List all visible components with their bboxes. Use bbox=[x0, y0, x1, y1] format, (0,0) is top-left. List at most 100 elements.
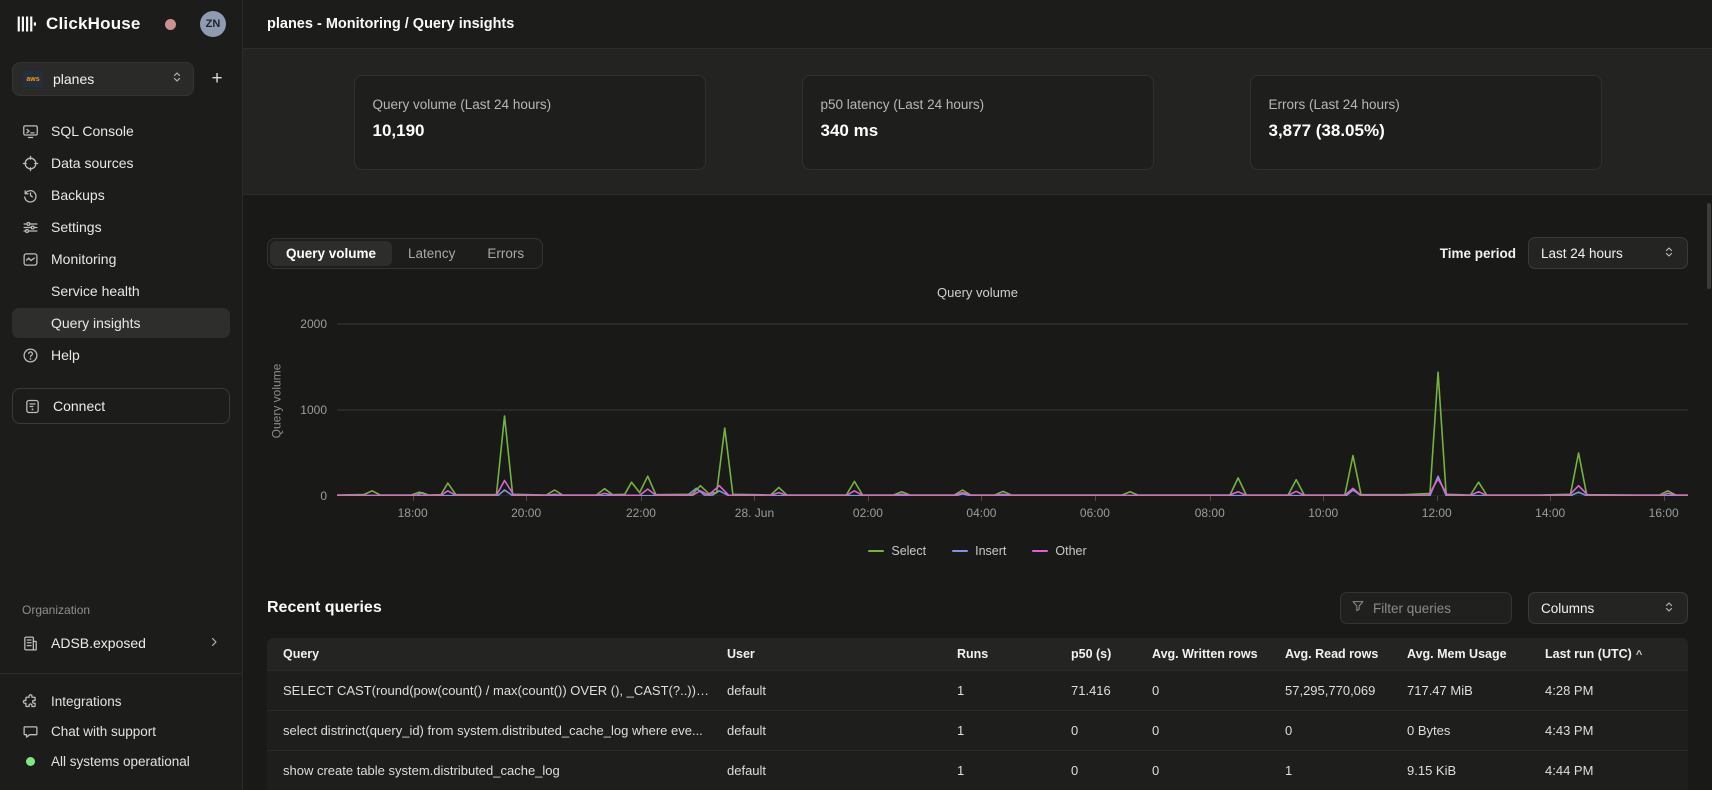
legend-label: Insert bbox=[975, 544, 1006, 558]
console-icon bbox=[22, 123, 39, 140]
clickhouse-logo-icon bbox=[16, 14, 36, 34]
query-volume-chart: Query volume Query volume 010002000 18:0… bbox=[267, 285, 1688, 558]
table-cell: 4:44 PM bbox=[1537, 750, 1688, 790]
service-name: planes bbox=[53, 71, 161, 87]
filter-queries-input[interactable] bbox=[1373, 601, 1501, 616]
table-cell: 1 bbox=[949, 670, 1063, 710]
integrations-puzzle-icon bbox=[22, 693, 39, 710]
notification-dot[interactable] bbox=[165, 19, 176, 30]
x-tick-label: 14:00 bbox=[1535, 506, 1565, 520]
app-root: ClickHouse ZN aws planes + SQL Console bbox=[0, 0, 1712, 790]
organization-item[interactable]: ADSB.exposed bbox=[12, 627, 230, 659]
x-tick-label: 20:00 bbox=[511, 506, 541, 520]
column-header[interactable]: Last run (UTC)^ bbox=[1537, 638, 1688, 670]
column-header[interactable]: User bbox=[719, 638, 949, 670]
legend-item-insert[interactable]: Insert bbox=[952, 544, 1006, 558]
legend-item-other[interactable]: Other bbox=[1032, 544, 1086, 558]
table-cell: 0 bbox=[1277, 710, 1399, 750]
x-tick-label: 18:00 bbox=[398, 506, 428, 520]
x-tick-label: 04:00 bbox=[966, 506, 996, 520]
table-cell: 0 bbox=[1144, 670, 1277, 710]
chart-plot-svg bbox=[337, 306, 1688, 496]
breadcrumb-title: planes - Monitoring / Query insights bbox=[267, 16, 514, 32]
integrations-item[interactable]: Integrations bbox=[12, 686, 230, 716]
sidebar-item-settings[interactable]: Settings bbox=[12, 212, 230, 242]
x-tick-label: 02:00 bbox=[853, 506, 883, 520]
sidebar-item-label: Help bbox=[51, 347, 80, 363]
table-cell: default bbox=[719, 670, 949, 710]
tab-query-volume[interactable]: Query volume bbox=[270, 241, 392, 266]
chart-controls-row: Query volume Latency Errors Time period … bbox=[267, 237, 1688, 269]
aws-icon: aws bbox=[23, 71, 43, 87]
column-header[interactable]: Avg. Written rows bbox=[1144, 638, 1277, 670]
y-tick-label: 2000 bbox=[300, 317, 327, 331]
chart-title: Query volume bbox=[267, 285, 1688, 300]
stat-value: 340 ms bbox=[821, 121, 1135, 141]
sidebar-item-query-insights[interactable]: Query insights bbox=[12, 308, 230, 338]
connect-button[interactable]: Connect bbox=[12, 388, 230, 424]
scrollbar-thumb[interactable] bbox=[1707, 203, 1711, 289]
filter-funnel-icon bbox=[1351, 599, 1365, 618]
table-cell: 9.15 KiB bbox=[1399, 750, 1537, 790]
column-header[interactable]: Runs bbox=[949, 638, 1063, 670]
metric-tabs: Query volume Latency Errors bbox=[267, 238, 543, 269]
table-row[interactable]: show create table system.distributed_cac… bbox=[267, 750, 1688, 790]
x-tick-mark bbox=[641, 496, 642, 501]
chat-support-label: Chat with support bbox=[51, 724, 156, 739]
stat-value: 10,190 bbox=[373, 121, 687, 141]
organization-section-label: Organization bbox=[12, 603, 230, 627]
table-body: SELECT CAST(round(pow(count() / max(coun… bbox=[267, 670, 1688, 790]
table-cell: 57,295,770,069 bbox=[1277, 670, 1399, 710]
time-period-label: Time period bbox=[1440, 246, 1516, 261]
data-sources-icon bbox=[22, 155, 39, 172]
column-header[interactable]: Query bbox=[267, 638, 719, 670]
legend-item-select[interactable]: Select bbox=[868, 544, 926, 558]
chevron-updown-icon bbox=[1663, 601, 1675, 616]
column-header[interactable]: p50 (s) bbox=[1063, 638, 1144, 670]
column-header[interactable]: Avg. Read rows bbox=[1277, 638, 1399, 670]
sidebar-item-label: Settings bbox=[51, 219, 102, 235]
stat-card-query-volume: Query volume (Last 24 hours) 10,190 bbox=[354, 75, 706, 170]
x-tick-label: 10:00 bbox=[1308, 506, 1338, 520]
table-cell: 0 Bytes bbox=[1399, 710, 1537, 750]
legend-label: Other bbox=[1055, 544, 1086, 558]
tab-errors[interactable]: Errors bbox=[471, 241, 540, 266]
table-cell: 0 bbox=[1063, 710, 1144, 750]
add-service-button[interactable]: + bbox=[204, 66, 230, 92]
chevron-updown-icon bbox=[1663, 246, 1675, 261]
sidebar: ClickHouse ZN aws planes + SQL Console bbox=[0, 0, 243, 790]
user-avatar[interactable]: ZN bbox=[200, 11, 226, 37]
system-status-item[interactable]: All systems operational bbox=[12, 746, 230, 776]
sidebar-item-label: Query insights bbox=[51, 315, 140, 331]
sidebar-item-sql-console[interactable]: SQL Console bbox=[12, 116, 230, 146]
chat-support-item[interactable]: Chat with support bbox=[12, 716, 230, 746]
sidebar-item-backups[interactable]: Backups bbox=[12, 180, 230, 210]
column-header[interactable]: Avg. Mem Usage bbox=[1399, 638, 1537, 670]
sort-ascending-icon: ^ bbox=[1636, 649, 1642, 661]
service-selector[interactable]: aws planes bbox=[12, 62, 194, 96]
table-cell: 1 bbox=[949, 750, 1063, 790]
table-cell: 71.416 bbox=[1063, 670, 1144, 710]
x-tick-mark bbox=[754, 496, 755, 501]
table-cell: select distrinct(query_id) from system.d… bbox=[267, 710, 719, 750]
service-row: aws planes + bbox=[12, 62, 230, 96]
chat-bubble-icon bbox=[22, 723, 39, 740]
x-tick-mark bbox=[868, 496, 869, 501]
chart-legend: Select Insert Other bbox=[267, 544, 1688, 558]
series-line-select bbox=[337, 372, 1688, 495]
sidebar-item-help[interactable]: Help bbox=[12, 340, 230, 370]
sidebar-item-monitoring[interactable]: Monitoring bbox=[12, 244, 230, 274]
x-tick-mark bbox=[1437, 496, 1438, 501]
time-period-select[interactable]: Last 24 hours bbox=[1528, 237, 1688, 269]
table-row[interactable]: SELECT CAST(round(pow(count() / max(coun… bbox=[267, 670, 1688, 710]
recent-queries-header: Recent queries Columns bbox=[267, 592, 1688, 624]
columns-select[interactable]: Columns bbox=[1528, 592, 1688, 624]
tab-latency[interactable]: Latency bbox=[392, 241, 471, 266]
sidebar-item-service-health[interactable]: Service health bbox=[12, 276, 230, 306]
settings-sliders-icon bbox=[22, 219, 39, 236]
stat-label: Errors (Last 24 hours) bbox=[1269, 97, 1583, 112]
sidebar-item-data-sources[interactable]: Data sources bbox=[12, 148, 230, 178]
table-row[interactable]: select distrinct(query_id) from system.d… bbox=[267, 710, 1688, 750]
organization-icon bbox=[22, 635, 39, 652]
content-scroll-area: Query volume Latency Errors Time period … bbox=[243, 195, 1712, 790]
